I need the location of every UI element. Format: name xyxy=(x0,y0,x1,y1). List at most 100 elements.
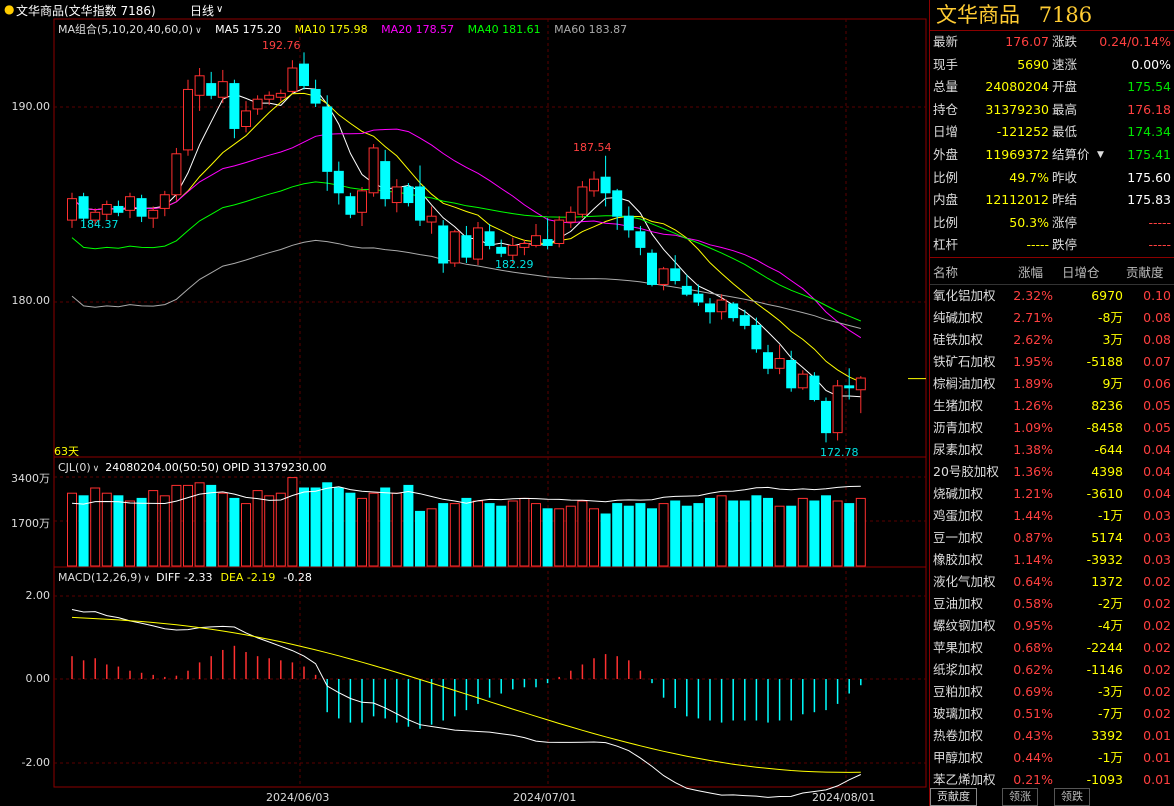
contribution-row[interactable]: 烧碱加权 1.21% -3610 0.04 xyxy=(930,483,1174,505)
period-selector[interactable]: 日线 xyxy=(190,2,214,19)
candle-body xyxy=(763,352,773,369)
quote-row: 比例 49.7% 昨收 175.60 xyxy=(930,167,1174,190)
contribution-row[interactable]: 鸡蛋加权 1.44% -1万 0.03 xyxy=(930,505,1174,527)
contribution-row[interactable]: 螺纹钢加权 0.95% -4万 0.02 xyxy=(930,615,1174,637)
volume-bar xyxy=(461,497,472,567)
contribution-value: 0.02 xyxy=(1143,640,1171,655)
kline-chart[interactable] xyxy=(0,0,928,806)
contribution-row[interactable]: 豆一加权 0.87% 5174 0.03 xyxy=(930,527,1174,549)
change-pct: 2.71% xyxy=(1013,310,1053,325)
candle-body xyxy=(484,231,495,246)
tab-gainers[interactable]: 领涨 xyxy=(1002,788,1038,806)
volume-label[interactable]: CJL(0) xyxy=(58,461,91,474)
contribution-row[interactable]: 尿素加权 1.38% -644 0.04 xyxy=(930,439,1174,461)
contribution-row[interactable]: 纸浆加权 0.62% -1146 0.02 xyxy=(930,659,1174,681)
col-header-contrib[interactable]: 贡献度 xyxy=(1126,262,1164,284)
volume-bar xyxy=(507,500,518,567)
candle-body xyxy=(345,196,356,215)
volume-bar xyxy=(357,497,367,567)
quote-value: 31379230 xyxy=(985,101,1049,117)
contribution-header: 名称 涨幅 日增仓 贡献度 xyxy=(930,262,1174,285)
ma-legend-label[interactable]: MA组合(5,10,20,40,60,0) xyxy=(58,23,193,36)
oi-change: -2万 xyxy=(1098,596,1123,611)
contract-name: 20号胶加权 xyxy=(933,464,999,479)
col-header-name[interactable]: 名称 xyxy=(933,262,958,284)
change-pct: 0.44% xyxy=(1013,750,1053,765)
instrument-title[interactable]: 文华商品(文华指数 7186) xyxy=(16,2,156,19)
candle-body xyxy=(647,252,657,285)
quote-header: 文华商品 7186 xyxy=(930,0,1174,31)
quote-label: 开盘 xyxy=(1052,79,1078,95)
volume-bar xyxy=(148,490,159,567)
candle-body xyxy=(287,67,298,92)
ma-legend: MA组合(5,10,20,40,60,0) ∨ MA5 175.20 MA10 1… xyxy=(58,21,637,37)
contribution-value: 0.02 xyxy=(1143,684,1171,699)
quote-value: ----- xyxy=(1148,214,1171,230)
candle-body xyxy=(786,360,797,389)
candle-body xyxy=(507,244,518,256)
contribution-row[interactable]: 铁矿石加权 1.95% -5188 0.07 xyxy=(930,351,1174,373)
volume-tick: 1700万 xyxy=(11,517,50,530)
candle-body xyxy=(357,190,367,213)
contribution-row[interactable]: 纯碱加权 2.71% -8万 0.08 xyxy=(930,307,1174,329)
contribution-row[interactable]: 橡胶加权 1.14% -3932 0.03 xyxy=(930,549,1174,571)
tab-losers[interactable]: 领跌 xyxy=(1054,788,1090,806)
title-bar: ● 文华商品(文华指数 7186) 日线 ∨ xyxy=(0,0,928,19)
chart-area[interactable]: ● 文华商品(文华指数 7186) 日线 ∨ MA组合(5,10,20,40,6… xyxy=(0,0,928,806)
contribution-row[interactable]: 氧化铝加权 2.32% 6970 0.10 xyxy=(930,285,1174,307)
contribution-table[interactable]: 名称 涨幅 日增仓 贡献度 氧化铝加权 2.32% 6970 0.10 纯碱加权 2.71… xyxy=(930,262,1174,791)
volume-bar xyxy=(786,505,797,567)
volume-bar xyxy=(612,503,623,567)
contribution-row[interactable]: 豆油加权 0.58% -2万 0.02 xyxy=(930,593,1174,615)
contribution-value: 0.10 xyxy=(1143,288,1171,303)
contribution-row[interactable]: 硅铁加权 2.62% 3万 0.08 xyxy=(930,329,1174,351)
chevron-down-icon[interactable]: ∨ xyxy=(144,574,151,584)
contribution-row[interactable]: 玻璃加权 0.51% -7万 0.02 xyxy=(930,703,1174,725)
quote-value: 5690 xyxy=(1017,56,1049,72)
contribution-row[interactable]: 苹果加权 0.68% -2244 0.02 xyxy=(930,637,1174,659)
oi-change: 1372 xyxy=(1091,574,1123,589)
volume-bar xyxy=(415,510,425,567)
contract-name: 纸浆加权 xyxy=(933,662,984,677)
contribution-value: 0.03 xyxy=(1143,530,1171,545)
chevron-down-icon[interactable]: ▼ xyxy=(1097,144,1104,167)
contribution-row[interactable]: 20号胶加权 1.36% 4398 0.04 xyxy=(930,461,1174,483)
oi-change: 5174 xyxy=(1091,530,1123,545)
contribution-row[interactable]: 液化气加权 0.64% 1372 0.02 xyxy=(930,571,1174,593)
contribution-row[interactable]: 热卷加权 0.43% 3392 0.01 xyxy=(930,725,1174,747)
contribution-row[interactable]: 豆粕加权 0.69% -3万 0.02 xyxy=(930,681,1174,703)
candle-body xyxy=(148,209,159,219)
contract-name: 苹果加权 xyxy=(933,640,984,655)
col-header-change[interactable]: 涨幅 xyxy=(1018,262,1043,284)
quote-value: 24080204 xyxy=(985,79,1049,95)
price-tick: 190.00 xyxy=(11,100,51,113)
volume-bar xyxy=(623,505,634,567)
chevron-down-icon[interactable]: ∨ xyxy=(93,464,100,474)
contribution-row[interactable]: 甲醇加权 0.44% -1万 0.01 xyxy=(930,747,1174,769)
contribution-value: 0.06 xyxy=(1143,376,1171,391)
candle-body xyxy=(136,198,147,217)
chevron-down-icon[interactable]: ∨ xyxy=(216,4,223,15)
quote-row: 日增 -121252 最低 174.34 xyxy=(930,121,1174,144)
quote-value: 176.07 xyxy=(1005,34,1049,49)
volume-bar xyxy=(531,503,541,567)
contribution-row[interactable]: 棕榈油加权 1.89% 9万 0.06 xyxy=(930,373,1174,395)
change-pct: 1.26% xyxy=(1013,398,1053,413)
contribution-row[interactable]: 生猪加权 1.26% 8236 0.05 xyxy=(930,395,1174,417)
col-header-oi[interactable]: 日增仓 xyxy=(1062,262,1100,284)
volume-bar xyxy=(542,508,553,567)
volume-bar xyxy=(287,477,298,567)
oi-change: 3392 xyxy=(1091,728,1123,743)
change-pct: 2.62% xyxy=(1013,332,1053,347)
volume-bar xyxy=(310,487,321,567)
macd-label[interactable]: MACD(12,26,9) xyxy=(58,571,142,584)
quote-row: 总量 24080204 开盘 175.54 xyxy=(930,76,1174,99)
oi-change: 6970 xyxy=(1091,288,1123,303)
quote-value: 12112012 xyxy=(985,192,1049,208)
contribution-value: 0.05 xyxy=(1143,398,1171,413)
macd-tick: -2.00 xyxy=(21,756,50,769)
change-pct: 1.38% xyxy=(1013,442,1053,457)
contribution-row[interactable]: 沥青加权 1.09% -8458 0.05 xyxy=(930,417,1174,439)
tab-contribution[interactable]: 贡献度 xyxy=(930,788,977,806)
chevron-down-icon[interactable]: ∨ xyxy=(195,26,202,36)
